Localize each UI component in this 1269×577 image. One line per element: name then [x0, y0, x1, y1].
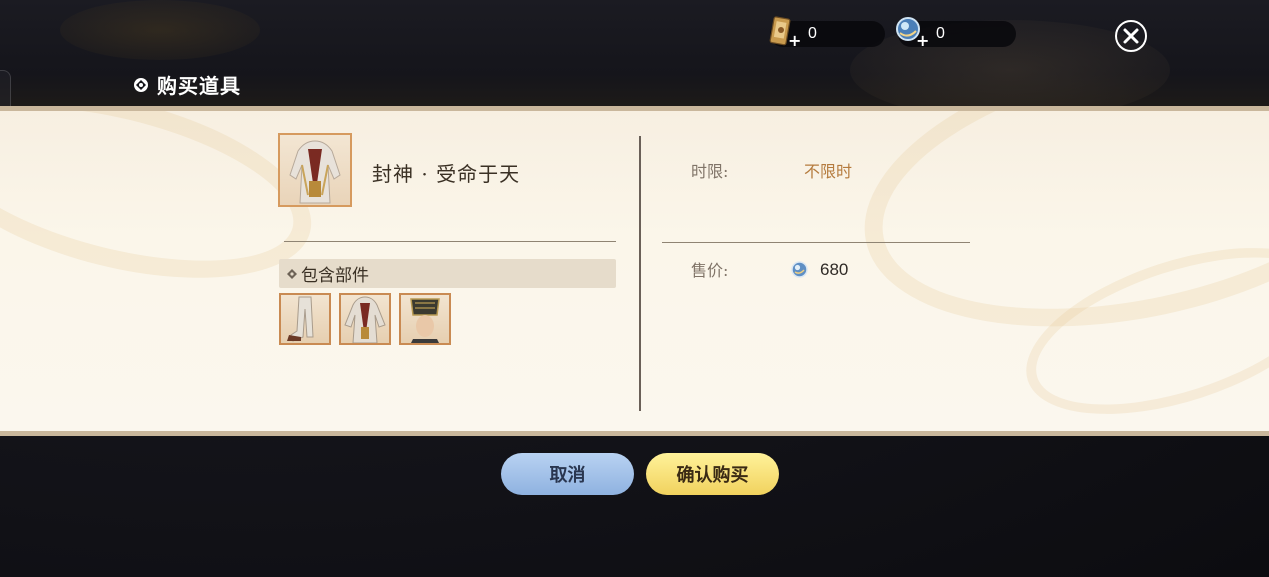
time-limit-label: 时限: — [691, 162, 729, 181]
parts-header-label: 包含部件 — [301, 266, 369, 286]
diamond-bullet-icon — [287, 268, 297, 279]
item-name: 封神 · 受命于天 — [372, 162, 521, 186]
purchase-panel: 封神 · 受命于天 包含部件 时限: 不限时 售价: 680 — [0, 106, 1269, 436]
time-limit-value: 不限时 — [804, 162, 853, 181]
add-currency-plus[interactable]: + — [788, 31, 801, 50]
confirm-purchase-button[interactable]: 确认购买 — [646, 453, 779, 495]
currency-scroll[interactable]: + 0 — [769, 16, 885, 50]
robe-part-icon — [344, 296, 386, 343]
divider — [662, 242, 970, 243]
part-robe[interactable] — [339, 293, 391, 345]
currency-value: 0 — [936, 25, 945, 42]
pants-part-icon — [287, 296, 314, 342]
part-hat[interactable] — [399, 293, 451, 345]
currency-value: 0 — [808, 25, 817, 42]
parts-header: 包含部件 — [279, 259, 616, 288]
close-button[interactable] — [1115, 20, 1147, 52]
item-thumbnail[interactable] — [278, 133, 352, 207]
jade-orb-icon — [791, 261, 808, 278]
add-currency-plus[interactable]: + — [916, 31, 929, 50]
page-title-text: 购买道具 — [157, 74, 241, 98]
diamond-bullet-icon — [134, 77, 148, 92]
page-title: 购买道具 — [133, 70, 241, 99]
robe-costume-icon — [289, 140, 341, 204]
cancel-button[interactable]: 取消 — [501, 453, 634, 495]
part-pants[interactable] — [279, 293, 331, 345]
divider — [284, 241, 616, 242]
close-icon — [1123, 28, 1139, 44]
vertical-divider — [639, 136, 641, 411]
hat-part-icon — [410, 298, 440, 343]
currency-jade[interactable]: + 0 — [896, 17, 1016, 50]
price-value: 680 — [820, 260, 849, 279]
price-label: 售价: — [691, 261, 729, 280]
